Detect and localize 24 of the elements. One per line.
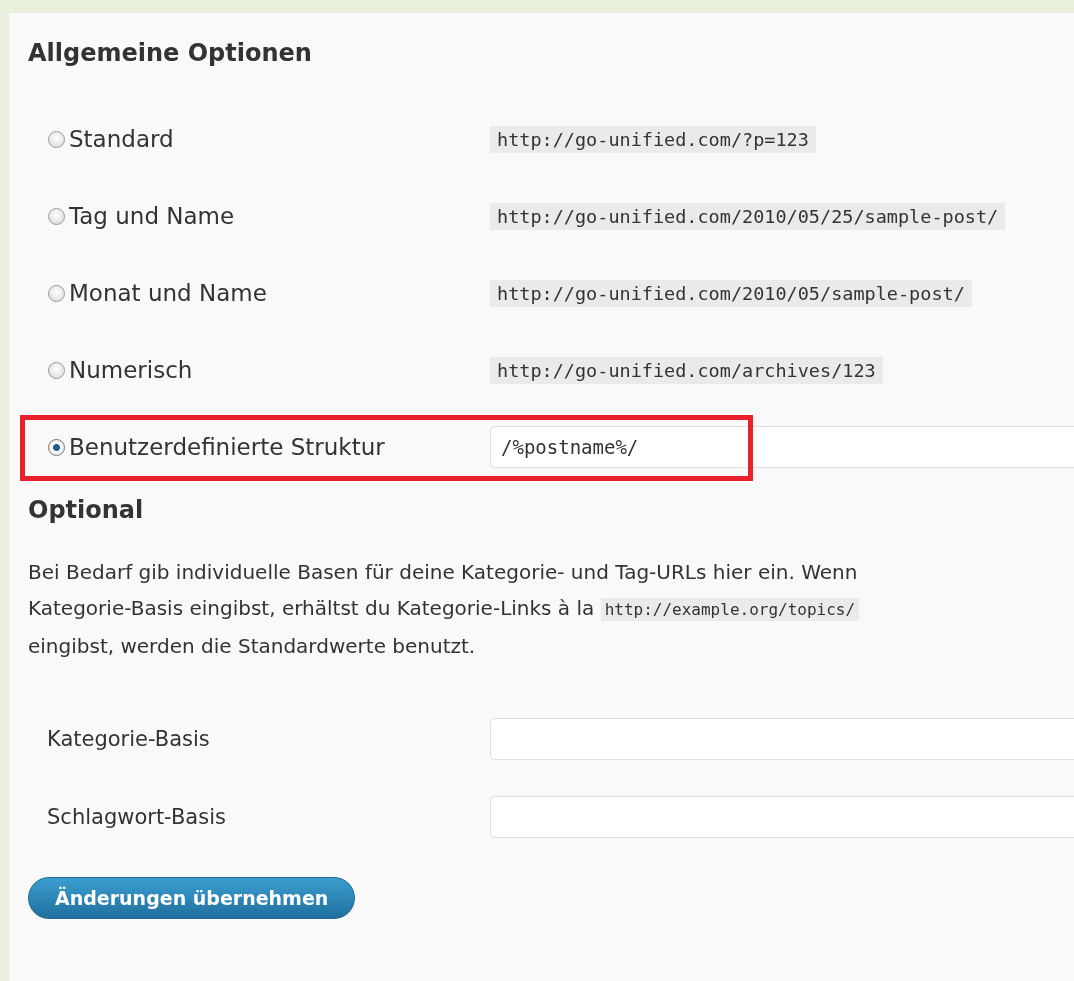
section-heading: Allgemeine Optionen — [28, 39, 313, 67]
option-label: Benutzerdefinierte Struktur — [69, 434, 385, 460]
option-label: Tag und Name — [69, 203, 235, 229]
url-example: http://go-unified.com/?p=123 — [490, 125, 816, 153]
url-example: http://example.org/topics/ — [600, 598, 860, 621]
description-text: Bei Bedarf gib individuelle Basen für deine Kategorie- und Tag-URLs hier ein. Wenn Kategorie-Basis eingibst, erhältst du Kategorie-Links à la http://example.org/topics/ eingibst, werden die Standardwerte benutzt. — [28, 559, 861, 660]
radio-button[interactable] — [48, 284, 65, 302]
option-label: Monat und Name — [69, 280, 267, 306]
radio-button[interactable] — [48, 207, 65, 225]
field-label: Kategorie-Basis — [47, 727, 211, 751]
url-example: http://go-unified.com/archives/123 — [490, 356, 883, 384]
save-button[interactable]: Änderungen übernehmen — [28, 877, 356, 919]
radio-button[interactable] — [48, 361, 65, 379]
url-example: http://go-unified.com/2010/05/25/sample-post/ — [490, 202, 1006, 230]
section-heading: Optional — [28, 496, 145, 524]
input-field[interactable] — [490, 718, 1074, 760]
input-field[interactable] — [490, 796, 1074, 838]
field-label: Schlagwort-Basis — [47, 805, 227, 829]
url-example: http://go-unified.com/2010/05/sample-post/ — [490, 279, 972, 307]
option-label: Numerisch — [69, 357, 193, 383]
radio-button[interactable] — [48, 438, 65, 456]
option-label: Standard — [69, 126, 174, 152]
radio-button[interactable] — [48, 130, 65, 148]
structure-input[interactable]: /%postname%/ — [490, 426, 1074, 468]
